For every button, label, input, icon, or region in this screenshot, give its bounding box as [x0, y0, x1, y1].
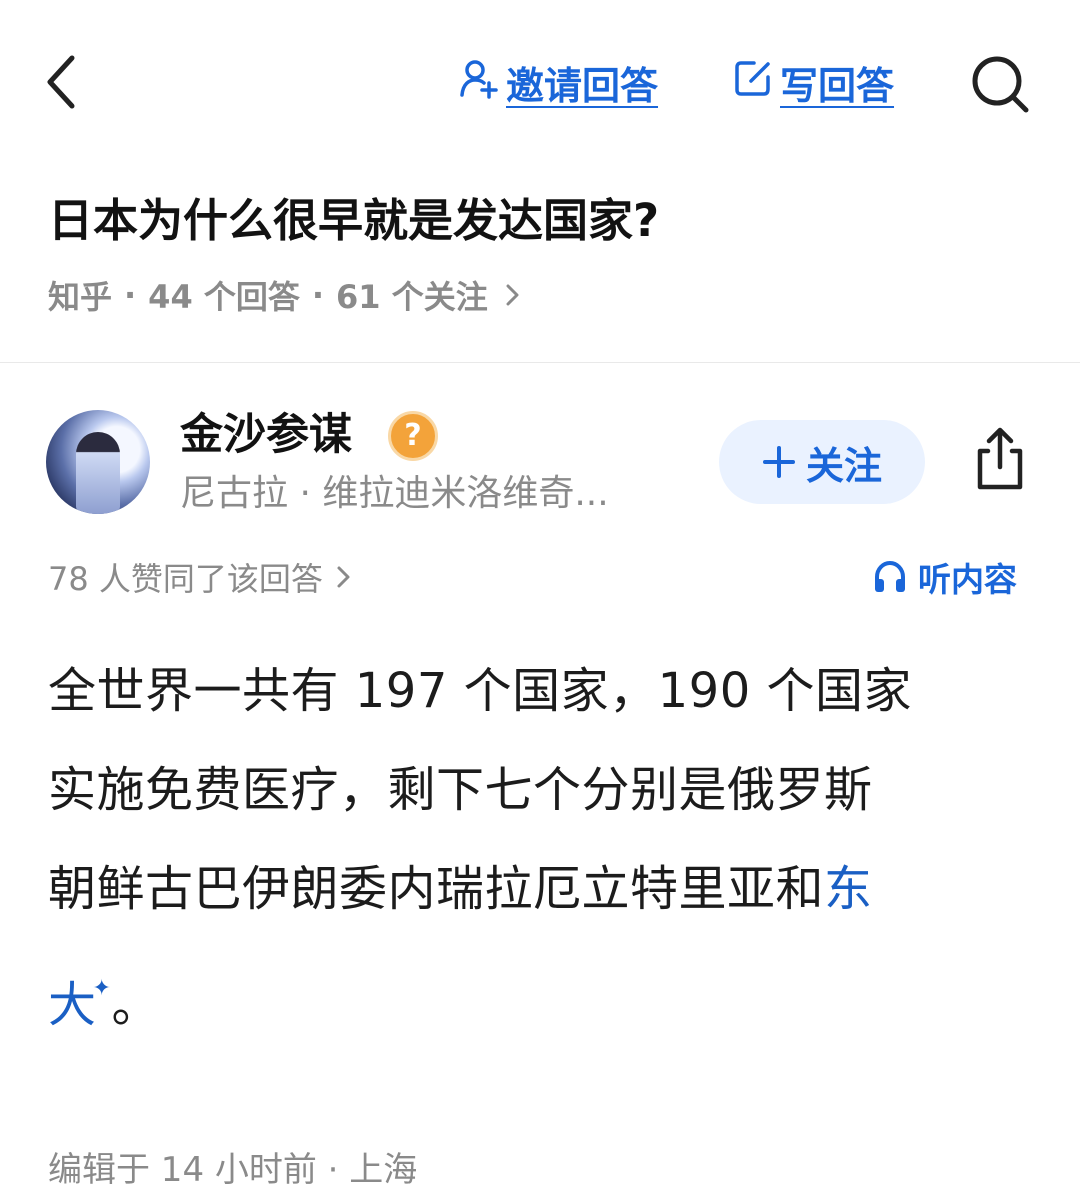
write-answer-link[interactable]: 写回答: [732, 55, 894, 110]
answer-body: 全世界一共有 197 个国家，190 个国家 实施免费医疗，剩下七个分别是俄罗斯…: [48, 642, 1038, 1038]
invite-user-icon: [458, 57, 500, 108]
listen-label: 听内容: [918, 560, 1017, 599]
meta-separator: ·: [311, 276, 325, 314]
share-icon[interactable]: [968, 425, 1032, 495]
edited-info: 编辑于 14 小时前 · 上海: [48, 1150, 418, 1190]
avatar-figure: [76, 432, 120, 514]
chevron-right-icon: [335, 562, 353, 592]
keyword-link[interactable]: 大: [48, 977, 97, 1033]
top-nav: 邀请回答 写回答: [0, 0, 1080, 165]
author-name[interactable]: 金沙参谋: [180, 406, 352, 464]
keyword-link[interactable]: 东: [824, 861, 873, 917]
answer-line: 大✦。: [48, 939, 1038, 1038]
invite-answer-label: 邀请回答: [506, 64, 659, 108]
author-bio: 尼古拉 · 维拉迪米洛维奇...: [180, 473, 609, 514]
answer-text: 。: [111, 977, 160, 1033]
follow-label: 关注: [805, 443, 882, 488]
answer-text: 朝鲜古巴伊朗委内瑞拉厄立特里亚和: [48, 861, 825, 917]
votes-summary[interactable]: 78 人赞同了该回答: [48, 552, 353, 602]
back-icon[interactable]: [40, 52, 90, 112]
answers-count: 44 个回答: [148, 278, 300, 316]
follows-count: 61 个关注: [336, 278, 488, 316]
answer-line: 实施免费医疗，剩下七个分别是俄罗斯: [48, 762, 873, 818]
headphones-icon: [872, 559, 908, 595]
author-badge-icon[interactable]: ?: [388, 411, 438, 461]
answer-line: 全世界一共有 197 个国家，190 个国家: [48, 663, 913, 719]
search-icon[interactable]: [968, 52, 1032, 116]
write-answer-label: 写回答: [780, 64, 895, 108]
avatar[interactable]: [46, 410, 150, 514]
question-title[interactable]: 日本为什么很早就是发达国家?: [48, 186, 1038, 256]
edit-icon: [732, 57, 774, 108]
invite-answer-link[interactable]: 邀请回答: [458, 55, 658, 110]
chevron-right-icon: [504, 280, 522, 310]
divider: [0, 362, 1080, 363]
meta-separator: ·: [124, 276, 137, 314]
question-source: 知乎: [48, 278, 113, 316]
answer-line: 朝鲜古巴伊朗委内瑞拉厄立特里亚和东: [48, 840, 1038, 939]
question-meta[interactable]: 知乎 · 44 个回答 · 61 个关注: [48, 270, 522, 320]
plus-icon: [762, 445, 796, 479]
follow-button[interactable]: 关注: [719, 420, 925, 504]
votes-text: 78 人赞同了该回答: [48, 560, 323, 598]
listen-button[interactable]: 听内容: [872, 552, 1017, 602]
